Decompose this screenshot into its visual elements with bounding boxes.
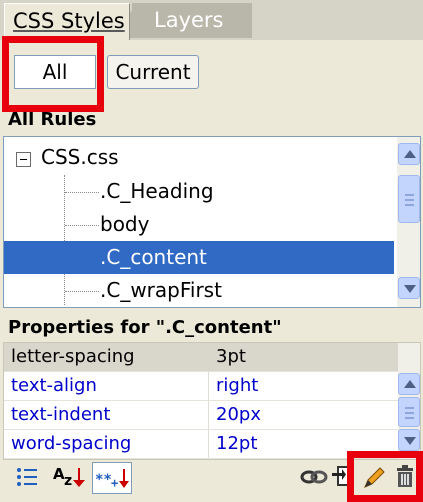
svg-text:+: + [111, 476, 118, 490]
tab-layers[interactable]: Layers [132, 3, 252, 38]
property-row[interactable]: word-spacing 12pt [4, 430, 398, 459]
grip-line [405, 199, 414, 201]
grip-line [405, 194, 414, 196]
tree-item-c-wrapfirst[interactable]: .C_wrapFirst [4, 274, 394, 307]
scroll-thumb[interactable] [398, 397, 420, 427]
properties-header: Properties for ".C_content" [0, 312, 423, 342]
all-rules-title: All Rules [8, 109, 97, 130]
svg-text:**: ** [95, 472, 112, 488]
chevron-down-icon [404, 285, 416, 293]
alphabetical-view-icon[interactable]: A z [52, 462, 88, 492]
scroll-up-button[interactable] [398, 373, 420, 395]
tab-css-styles[interactable]: CSS Styles [4, 3, 130, 40]
tree-item-body[interactable]: body [4, 208, 394, 241]
chevron-up-icon [404, 380, 416, 388]
current-mode-button[interactable]: Current [107, 55, 199, 89]
rules-scrollbar[interactable] [397, 137, 420, 307]
properties-scrollbar[interactable] [398, 343, 420, 459]
properties-grid: letter-spacing 3pt text-align right text… [3, 342, 421, 460]
properties-title: Properties for ".C_content" [8, 317, 282, 338]
tree-item-label: .C_content [100, 245, 207, 269]
category-view-icon[interactable] [12, 462, 42, 492]
tree-item-c-heading[interactable]: .C_Heading [4, 175, 394, 208]
set-properties-view-icon[interactable]: ** + [92, 462, 132, 494]
tree-item-label: .C_Heading [100, 179, 214, 203]
property-name: text-align [11, 375, 97, 396]
tab-layers-label: Layers [154, 8, 224, 32]
grip-line [405, 412, 414, 414]
chevron-up-icon [404, 150, 416, 158]
property-name: word-spacing [11, 433, 132, 454]
property-value[interactable]: 20px [216, 401, 261, 429]
tree-item-label: body [100, 212, 150, 236]
grip-line [405, 417, 414, 419]
grip-line [405, 407, 414, 409]
tab-css-styles-label: CSS Styles [13, 9, 125, 33]
rules-tree: CSS.css .C_Heading body .C_content .C_wr… [3, 136, 421, 308]
highlight-box [2, 36, 104, 112]
tree-item-label: CSS.css [41, 145, 119, 169]
attach-stylesheet-icon[interactable] [300, 462, 328, 492]
tree-item-css-css[interactable]: CSS.css [4, 141, 394, 174]
property-row[interactable]: letter-spacing 3pt [4, 343, 398, 372]
grip-line [405, 204, 414, 206]
svg-text:z: z [64, 473, 72, 489]
property-row[interactable]: text-indent 20px [4, 401, 398, 430]
property-row[interactable]: text-align right [4, 372, 398, 401]
property-name: text-indent [11, 404, 111, 425]
property-value[interactable]: right [216, 372, 258, 400]
chevron-down-icon [404, 437, 416, 445]
tree-item-label: .C_wrapFirst [100, 278, 222, 302]
property-name: letter-spacing [11, 346, 135, 367]
scroll-up-button[interactable] [398, 143, 420, 165]
current-mode-label: Current [115, 60, 191, 84]
highlight-box [347, 451, 423, 502]
scroll-down-button[interactable] [398, 277, 420, 299]
scroll-down-button[interactable] [398, 429, 420, 451]
collapse-icon[interactable] [16, 152, 31, 167]
scroll-thumb[interactable] [398, 175, 420, 223]
property-value[interactable]: 3pt [216, 343, 246, 371]
tree-item-c-content[interactable]: .C_content [4, 241, 394, 274]
property-value[interactable]: 12pt [216, 430, 257, 458]
